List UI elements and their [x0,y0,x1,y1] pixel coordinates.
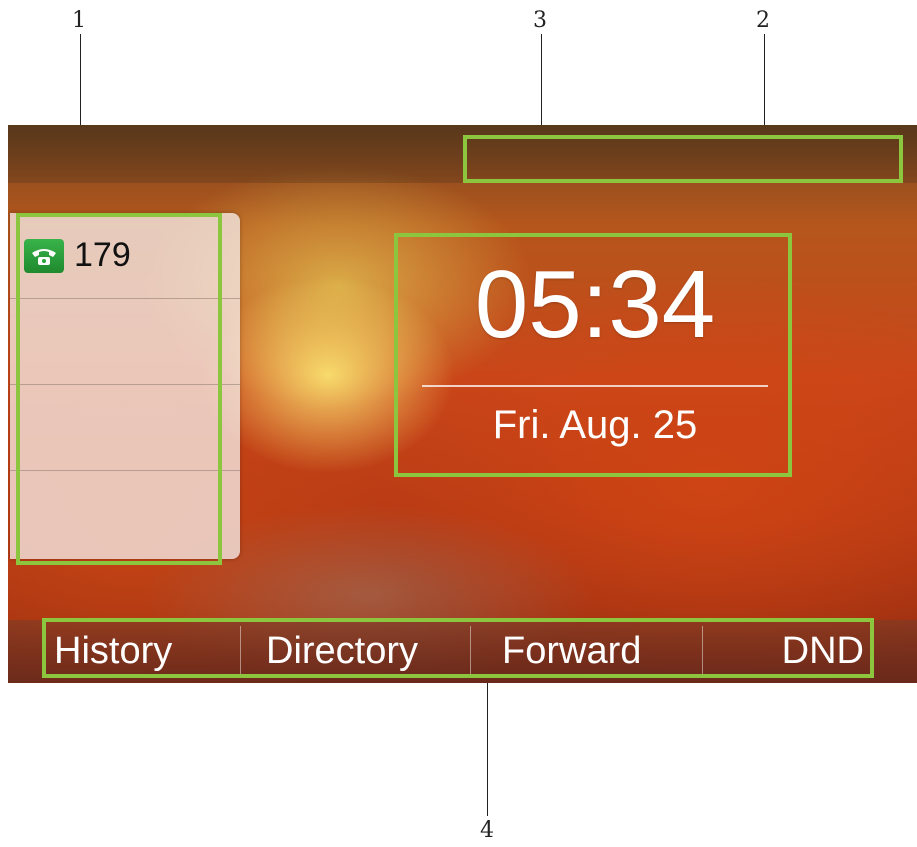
callout-3: 3 [533,8,547,33]
phone-screen: 179 05:34 Fri. Aug. 25 History Directory… [8,125,917,683]
callout-1: 1 [72,8,86,33]
callout-4: 4 [480,818,494,843]
clock-highlight [394,233,792,477]
softkeys-highlight [42,618,874,678]
callout-4-line [487,678,488,816]
line-keys-highlight [16,213,222,565]
status-bar-highlight [463,135,903,183]
callout-2: 2 [756,8,770,33]
